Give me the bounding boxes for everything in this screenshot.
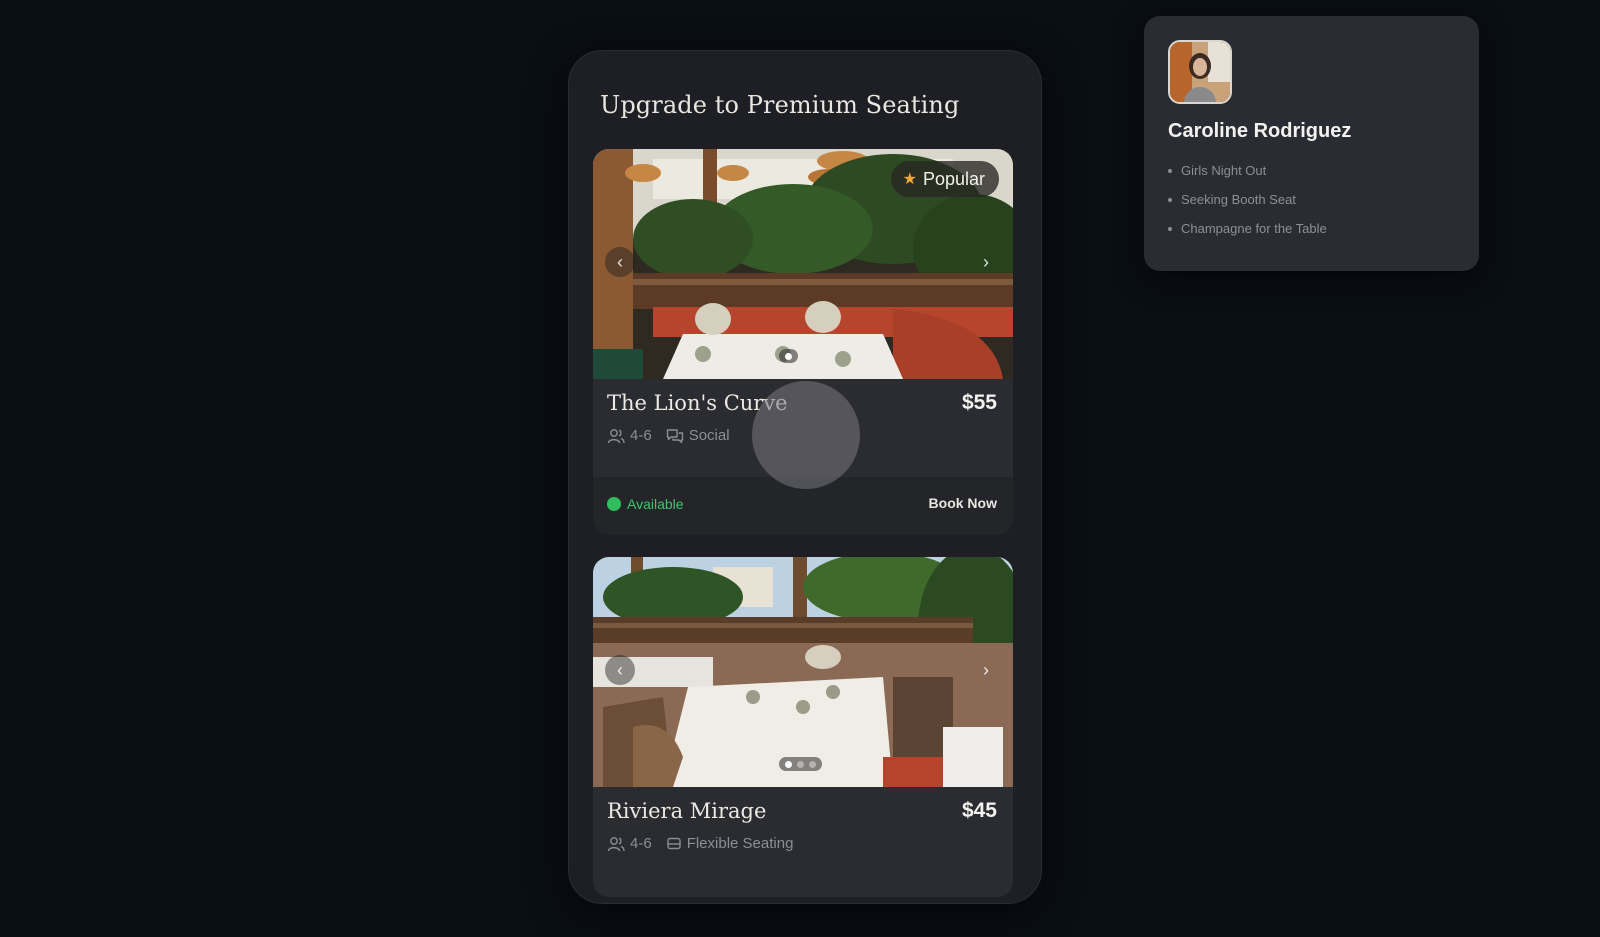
- carousel-dots: [779, 349, 798, 363]
- chat-icon: [666, 428, 683, 443]
- status-label: Available: [627, 496, 684, 512]
- seat-icon: [666, 837, 681, 849]
- carousel-dots: [779, 757, 822, 771]
- avatar: [1168, 40, 1232, 104]
- status-badge: Available: [607, 496, 684, 512]
- seat-name: Riviera Mirage: [607, 799, 767, 823]
- guest-profile-card: Caroline Rodriguez Girls Night Out Seeki…: [1144, 16, 1479, 271]
- people-icon: [607, 428, 625, 443]
- badge-label: Popular: [922, 168, 985, 189]
- seat-price: $45: [961, 799, 997, 822]
- touch-indicator: [752, 381, 860, 489]
- capacity-label: 4-6: [630, 427, 652, 444]
- seat-photo: ★ Popular ‹ ›: [593, 149, 1013, 379]
- chevron-right-icon[interactable]: ›: [971, 655, 1001, 685]
- popular-badge: ★ Popular: [890, 161, 999, 197]
- profile-notes: Girls Night Out Seeking Booth Seat Champ…: [1168, 156, 1327, 243]
- seat-price: $55: [961, 391, 997, 414]
- status-dot-icon: [607, 497, 621, 511]
- feature-label: Flexible Seating: [686, 835, 794, 852]
- chevron-right-icon[interactable]: ›: [971, 247, 1001, 277]
- feature-label: Social: [688, 427, 730, 444]
- list-item: Girls Night Out: [1168, 156, 1327, 185]
- capacity-label: 4-6: [630, 835, 652, 852]
- seat-meta: 4-6 Flexible Seating: [607, 835, 793, 852]
- star-icon: ★: [902, 171, 917, 188]
- profile-name: Caroline Rodriguez: [1168, 120, 1352, 142]
- seat-meta: 4-6 Social: [607, 427, 730, 444]
- seat-card-riviera-mirage[interactable]: ‹ › Riviera Mirage $45 4-6 Flexible Seat…: [593, 557, 1013, 897]
- chevron-left-icon[interactable]: ‹: [605, 655, 635, 685]
- seat-photo: ‹ ›: [593, 557, 1013, 787]
- list-item: Seeking Booth Seat: [1168, 185, 1327, 214]
- people-icon: [607, 836, 625, 851]
- book-now-button[interactable]: Book Now: [929, 495, 997, 511]
- chevron-left-icon[interactable]: ‹: [605, 247, 635, 277]
- page-title: Upgrade to Premium Seating: [600, 91, 960, 119]
- list-item: Champagne for the Table: [1168, 214, 1327, 243]
